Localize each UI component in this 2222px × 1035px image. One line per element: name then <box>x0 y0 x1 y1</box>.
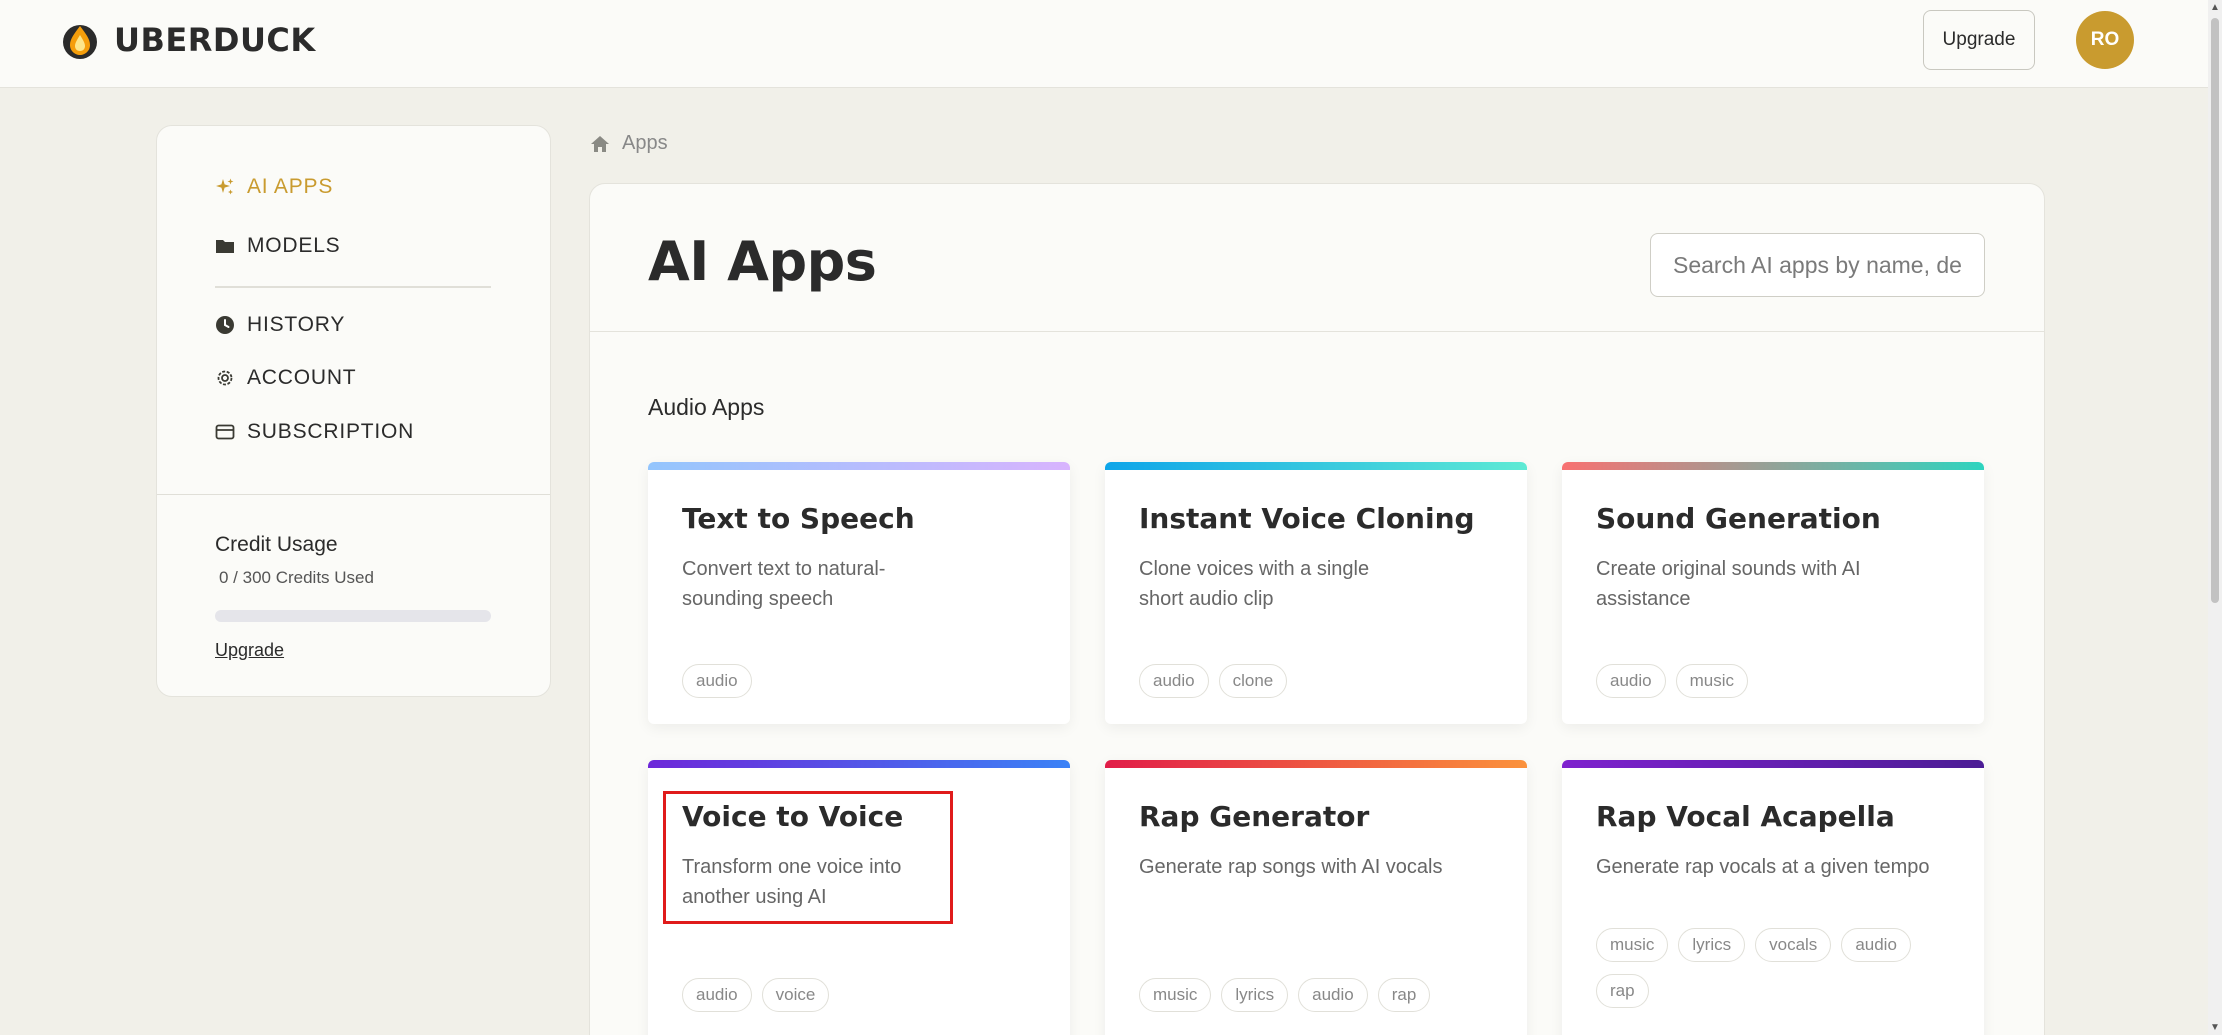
clock-icon <box>215 315 235 335</box>
tag-audio: audio <box>1841 928 1911 962</box>
card-accent-bar <box>648 760 1070 768</box>
card-tags: music lyrics vocals audio rap <box>1596 928 1956 1008</box>
breadcrumb-apps-link[interactable]: Apps <box>622 132 668 155</box>
sidebar-item-subscription[interactable]: SUBSCRIPTION <box>215 420 414 444</box>
tag-audio: audio <box>1298 978 1368 1012</box>
card-accent-bar <box>1105 760 1527 768</box>
brand[interactable]: UBERDUCK <box>60 20 316 60</box>
sidebar-item-label: AI APPS <box>247 175 333 199</box>
section-title: Audio Apps <box>648 394 764 421</box>
card-title: Sound Generation <box>1596 502 1881 535</box>
card-title: Text to Speech <box>682 502 915 535</box>
sidebar-item-ai-apps[interactable]: AI APPS <box>215 175 333 199</box>
tag-music: music <box>1596 928 1668 962</box>
sidebar-divider <box>215 286 491 288</box>
card-tags: audio voice <box>682 978 1042 1012</box>
app-card-sound-generation[interactable]: Sound Generation Create original sounds … <box>1562 462 1984 724</box>
tag-audio: audio <box>1596 664 1666 698</box>
credit-usage-text: 0 / 300 Credits Used <box>219 568 374 588</box>
credit-progress-bar <box>215 610 491 622</box>
tag-lyrics: lyrics <box>1678 928 1745 962</box>
tag-lyrics: lyrics <box>1221 978 1288 1012</box>
credit-usage-title: Credit Usage <box>215 533 338 557</box>
card-title: Rap Generator <box>1139 800 1369 833</box>
card-tags: audio <box>682 664 1042 698</box>
card-description: Generate rap songs with AI vocals <box>1139 852 1499 882</box>
tag-rap: rap <box>1596 974 1649 1008</box>
card-description: Clone voices with a single short audio c… <box>1139 554 1404 614</box>
avatar[interactable]: RO <box>2076 11 2134 69</box>
card-title: Instant Voice Cloning <box>1139 502 1475 535</box>
card-tags: audio music <box>1596 664 1956 698</box>
card-description: Generate rap vocals at a given tempo <box>1596 852 1956 882</box>
card-accent-bar <box>1562 462 1984 470</box>
app-card-text-to-speech[interactable]: Text to Speech Convert text to natural-s… <box>648 462 1070 724</box>
tag-voice: voice <box>762 978 830 1012</box>
card-accent-bar <box>648 462 1070 470</box>
sidebar: AI APPS MODELS HISTORY ACCOUNT SUBSCRIPT… <box>156 125 551 697</box>
brand-name: UBERDUCK <box>114 21 316 59</box>
app-card-rap-vocal-acapella[interactable]: Rap Vocal Acapella Generate rap vocals a… <box>1562 760 1984 1035</box>
sidebar-item-label: SUBSCRIPTION <box>247 420 414 444</box>
app-card-rap-generator[interactable]: Rap Generator Generate rap songs with AI… <box>1105 760 1527 1035</box>
sidebar-item-label: HISTORY <box>247 313 345 337</box>
upgrade-button[interactable]: Upgrade <box>1923 10 2035 70</box>
uberduck-logo-icon <box>60 20 100 60</box>
tag-audio: audio <box>682 664 752 698</box>
card-icon <box>215 422 235 442</box>
tag-audio: audio <box>682 978 752 1012</box>
card-accent-bar <box>1105 462 1527 470</box>
gear-icon <box>215 368 235 388</box>
app-card-instant-voice-cloning[interactable]: Instant Voice Cloning Clone voices with … <box>1105 462 1527 724</box>
sidebar-item-label: ACCOUNT <box>247 366 356 390</box>
sidebar-item-account[interactable]: ACCOUNT <box>215 366 356 390</box>
tag-music: music <box>1139 978 1211 1012</box>
main-header: AI Apps <box>590 184 2044 332</box>
breadcrumb: Apps <box>590 132 668 155</box>
sparkle-icon <box>215 177 235 197</box>
search-input[interactable] <box>1650 233 1985 297</box>
scrollbar[interactable]: ▲ ▼ <box>2208 0 2222 1035</box>
sidebar-item-history[interactable]: HISTORY <box>215 313 345 337</box>
credit-upgrade-link[interactable]: Upgrade <box>215 640 284 661</box>
card-tags: music lyrics audio rap <box>1139 978 1499 1012</box>
card-description: Convert text to natural-sounding speech <box>682 554 947 614</box>
card-title: Rap Vocal Acapella <box>1596 800 1895 833</box>
page-title: AI Apps <box>648 230 876 293</box>
card-accent-bar <box>1562 760 1984 768</box>
scroll-thumb[interactable] <box>2211 18 2219 603</box>
home-icon[interactable] <box>590 134 610 154</box>
card-description: Create original sounds with AI assistanc… <box>1596 554 1861 614</box>
highlight-box <box>663 791 953 924</box>
tag-clone: clone <box>1219 664 1288 698</box>
tag-music: music <box>1676 664 1748 698</box>
folder-icon <box>215 236 235 256</box>
card-tags: audio clone <box>1139 664 1499 698</box>
sidebar-item-label: MODELS <box>247 234 341 258</box>
sidebar-divider <box>157 494 550 495</box>
tag-rap: rap <box>1378 978 1431 1012</box>
tag-vocals: vocals <box>1755 928 1831 962</box>
scroll-down-icon[interactable]: ▼ <box>2210 1022 2220 1033</box>
sidebar-item-models[interactable]: MODELS <box>215 234 341 258</box>
tag-audio: audio <box>1139 664 1209 698</box>
top-bar: UBERDUCK Upgrade RO <box>0 0 2208 88</box>
scroll-up-icon[interactable]: ▲ <box>2210 2 2220 13</box>
